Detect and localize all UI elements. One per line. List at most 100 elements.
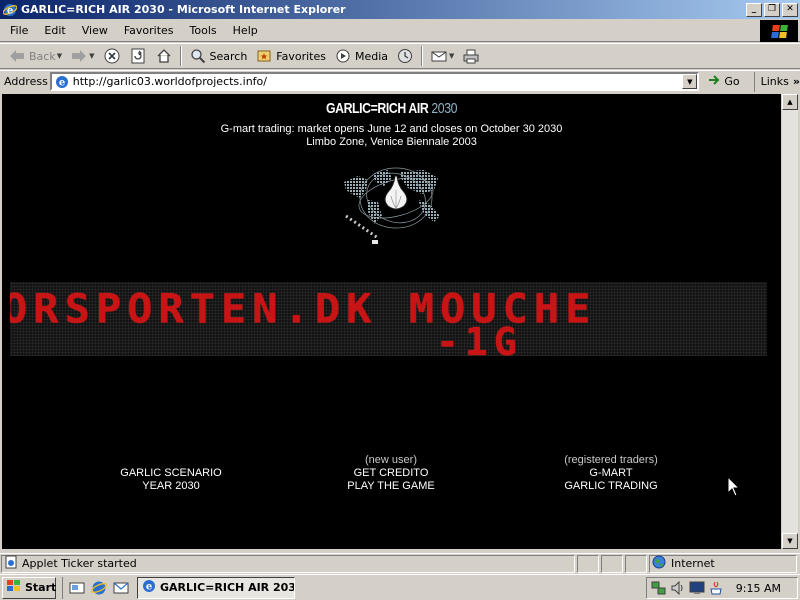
print-icon [462, 47, 480, 65]
status-main-panel: Applet Ticker started [1, 554, 575, 573]
garlic-scenario-link[interactable]: GARLIC SCENARIO YEAR 2030 [112, 454, 230, 493]
forward-dropdown-icon[interactable]: ▼ [89, 52, 94, 60]
site-title-year: 2030 [431, 100, 458, 117]
standard-toolbar: Back ▼ ▼ Search Favorites Media ▼ [0, 43, 800, 69]
refresh-button[interactable] [125, 45, 151, 67]
scroll-down-icon[interactable]: ▼ [782, 533, 798, 549]
scroll-up-icon[interactable]: ▲ [782, 94, 798, 110]
g-mart-line[interactable]: G-MART [552, 467, 670, 480]
menu-view[interactable]: View [74, 22, 116, 39]
refresh-icon [129, 47, 147, 65]
menu-edit[interactable]: Edit [36, 22, 73, 39]
media-button[interactable]: Media [330, 45, 392, 67]
print-button[interactable] [458, 45, 484, 67]
status-lock-cell [601, 554, 623, 573]
start-label: Start [25, 581, 57, 594]
address-dropdown-icon[interactable]: ▼ [682, 74, 698, 89]
go-button[interactable]: Go [707, 73, 740, 90]
internet-globe-icon [652, 555, 666, 572]
url-input[interactable] [72, 75, 673, 88]
maximize-button[interactable]: ❐ [764, 2, 780, 17]
back-button[interactable]: Back ▼ [4, 45, 66, 67]
links-button[interactable]: Links » [753, 71, 800, 92]
minimize-button[interactable]: _ [746, 2, 762, 17]
registered-traders-note: (registered traders) [564, 454, 658, 466]
address-field[interactable]: e ▼ [49, 72, 700, 91]
history-icon [396, 47, 414, 65]
favorites-icon [255, 47, 273, 65]
system-tray: 9:15 AM [646, 577, 798, 599]
back-dropdown-icon[interactable]: ▼ [57, 52, 62, 60]
volume-icon[interactable] [670, 580, 686, 596]
page-content: GARLIC=RICH AIR 2030 G-mart trading: mar… [2, 94, 781, 549]
search-button[interactable]: Search [185, 45, 252, 67]
outlook-icon[interactable] [113, 580, 129, 596]
led-ticker-applet: ORSPORTEN.DK MOUCHE -1G [10, 282, 767, 356]
favorites-label: Favorites [276, 49, 326, 63]
windows-logo-icon [760, 20, 798, 42]
play-the-game-line[interactable]: PLAY THE GAME [334, 480, 448, 493]
history-button[interactable] [392, 45, 418, 67]
java-icon[interactable] [708, 580, 724, 596]
title-bar[interactable]: e GARLIC=RICH AIR 2030 - Microsoft Inter… [0, 0, 800, 19]
window-title: GARLIC=RICH AIR 2030 - Microsoft Interne… [21, 3, 346, 16]
status-text: Applet Ticker started [22, 557, 137, 570]
home-button[interactable] [151, 45, 177, 67]
vertical-scrollbar[interactable]: ▲ ▼ [781, 94, 798, 549]
garlic-trading-line[interactable]: GARLIC TRADING [552, 480, 670, 493]
back-label: Back [29, 49, 56, 63]
menu-help[interactable]: Help [225, 22, 266, 39]
mail-button[interactable]: ▼ [426, 45, 458, 67]
menu-file[interactable]: File [2, 22, 36, 39]
clock[interactable]: 9:15 AM [736, 582, 781, 595]
venue-text: Limbo Zone, Venice Biennale 2003 [306, 136, 477, 148]
taskbar-ie-window[interactable]: e GARLIC=RICH AIR 203... [137, 576, 295, 599]
market-dates-text: G-mart trading: market opens June 12 and… [220, 123, 563, 135]
mail-dropdown-icon[interactable]: ▼ [449, 52, 454, 60]
links-chevron-icon[interactable]: » [793, 75, 800, 88]
task-label: GARLIC=RICH AIR 203... [160, 581, 295, 594]
quick-launch [62, 576, 129, 599]
get-credito-link[interactable]: (new user) GET CREDITO PLAY THE GAME [334, 454, 448, 493]
toolbar-separator [179, 46, 182, 66]
favorites-button[interactable]: Favorites [251, 45, 330, 67]
search-label: Search [209, 49, 248, 63]
links-label: Links [760, 75, 789, 88]
go-arrow-icon [707, 73, 721, 90]
windows-flag-icon [6, 579, 22, 596]
security-zone: Internet [649, 554, 797, 573]
menu-favorites[interactable]: Favorites [116, 22, 182, 39]
toolbar-separator [421, 46, 424, 66]
site-title-main: GARLIC=RICH AIR [325, 100, 432, 117]
ie-quicklaunch-icon[interactable] [90, 580, 108, 596]
stop-icon [103, 47, 121, 65]
scenario-line-2[interactable]: YEAR 2030 [112, 480, 230, 493]
new-user-note: (new user) [365, 454, 417, 466]
garlic-globe-logo-icon [344, 167, 440, 244]
address-bar: Address e ▼ Go Links » [0, 70, 800, 92]
menu-bar: File Edit View Favorites Tools Help [0, 19, 800, 42]
status-page-icon [4, 555, 18, 572]
browser-window: e GARLIC=RICH AIR 2030 - Microsoft Inter… [0, 0, 800, 574]
forward-button[interactable]: ▼ [66, 45, 98, 67]
zone-label: Internet [671, 557, 715, 570]
svg-text:e: e [59, 77, 65, 88]
network-icon[interactable] [651, 580, 667, 596]
back-arrow-icon [8, 47, 26, 65]
address-label: Address [4, 75, 48, 88]
get-credito-line[interactable]: GET CREDITO [334, 467, 448, 480]
g-mart-link[interactable]: (registered traders) G-MART GARLIC TRADI… [552, 454, 670, 493]
display-icon[interactable] [689, 580, 705, 596]
menu-tools[interactable]: Tools [182, 22, 225, 39]
home-icon [155, 47, 173, 65]
site-title: GARLIC=RICH AIR 2030 [72, 100, 711, 117]
ie-icon: e [2, 2, 18, 18]
mail-icon [430, 47, 448, 65]
show-desktop-icon[interactable] [69, 580, 85, 596]
close-button[interactable]: ✕ [782, 2, 798, 17]
scenario-note [112, 454, 230, 467]
stop-button[interactable] [99, 45, 125, 67]
scenario-line-1[interactable]: GARLIC SCENARIO [112, 467, 230, 480]
media-icon [334, 47, 352, 65]
start-button[interactable]: Start [2, 576, 57, 599]
